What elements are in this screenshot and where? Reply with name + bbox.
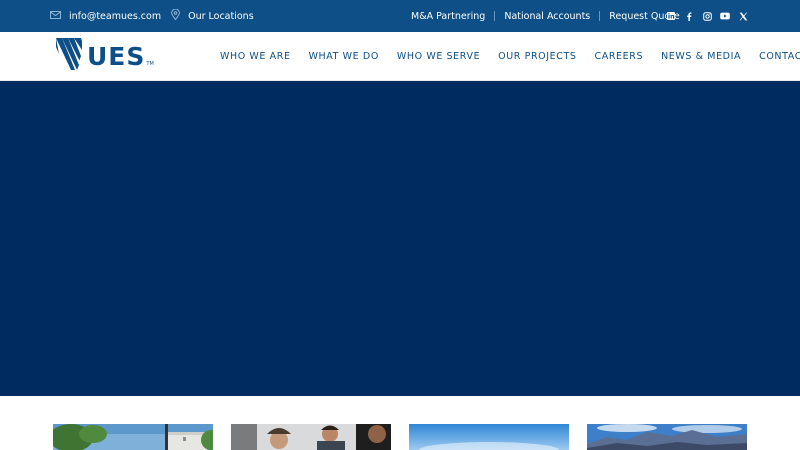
nav-our-projects[interactable]: OUR PROJECTS xyxy=(498,51,576,62)
contact-info: info@teamues.com Our Locations xyxy=(50,0,254,32)
email-text: info@teamues.com xyxy=(69,10,162,22)
linkedin-icon[interactable] xyxy=(666,11,676,21)
card-building-photo[interactable] xyxy=(53,424,213,450)
card-people-photo[interactable] xyxy=(231,424,391,450)
logo-trademark: TM xyxy=(146,61,154,67)
feature-cards xyxy=(0,396,800,450)
map-pin-icon xyxy=(171,8,180,23)
ues-logo[interactable]: UES TM xyxy=(55,38,154,74)
youtube-icon[interactable] xyxy=(720,11,730,21)
x-icon[interactable] xyxy=(738,11,748,21)
card-mountain-photo[interactable] xyxy=(587,424,747,450)
divider xyxy=(599,11,601,21)
social-links xyxy=(658,0,748,32)
mail-icon xyxy=(50,10,61,22)
nav-who-we-are[interactable]: WHO WE ARE xyxy=(220,51,291,62)
nav-careers[interactable]: CAREERS xyxy=(595,51,644,62)
card-sky-photo[interactable] xyxy=(409,424,569,450)
divider xyxy=(494,11,496,21)
top-utility-bar: info@teamues.com Our Locations M&A Partn… xyxy=(0,0,800,32)
nav-what-we-do[interactable]: WHAT WE DO xyxy=(309,51,379,62)
national-accounts-link[interactable]: National Accounts xyxy=(504,11,590,22)
ma-partnering-link[interactable]: M&A Partnering xyxy=(411,11,485,22)
main-nav: WHO WE ARE WHAT WE DO WHO WE SERVE OUR P… xyxy=(220,32,800,81)
main-header: UES TM WHO WE ARE WHAT WE DO WHO WE SERV… xyxy=(0,32,800,81)
nav-who-we-serve[interactable]: WHO WE SERVE xyxy=(397,51,480,62)
instagram-icon[interactable] xyxy=(702,11,712,21)
nav-contact[interactable]: CONTACT xyxy=(759,51,800,62)
locations-link[interactable]: Our Locations xyxy=(171,8,254,23)
email-link[interactable]: info@teamues.com xyxy=(50,10,162,22)
logo-text: UES xyxy=(87,41,146,71)
facebook-icon[interactable] xyxy=(684,11,694,21)
nav-news-media[interactable]: NEWS & MEDIA xyxy=(661,51,741,62)
utility-links: M&A Partnering National Accounts Request… xyxy=(411,0,680,32)
logo-mark-icon xyxy=(55,38,83,74)
locations-text: Our Locations xyxy=(188,10,254,22)
hero-banner xyxy=(0,81,800,396)
